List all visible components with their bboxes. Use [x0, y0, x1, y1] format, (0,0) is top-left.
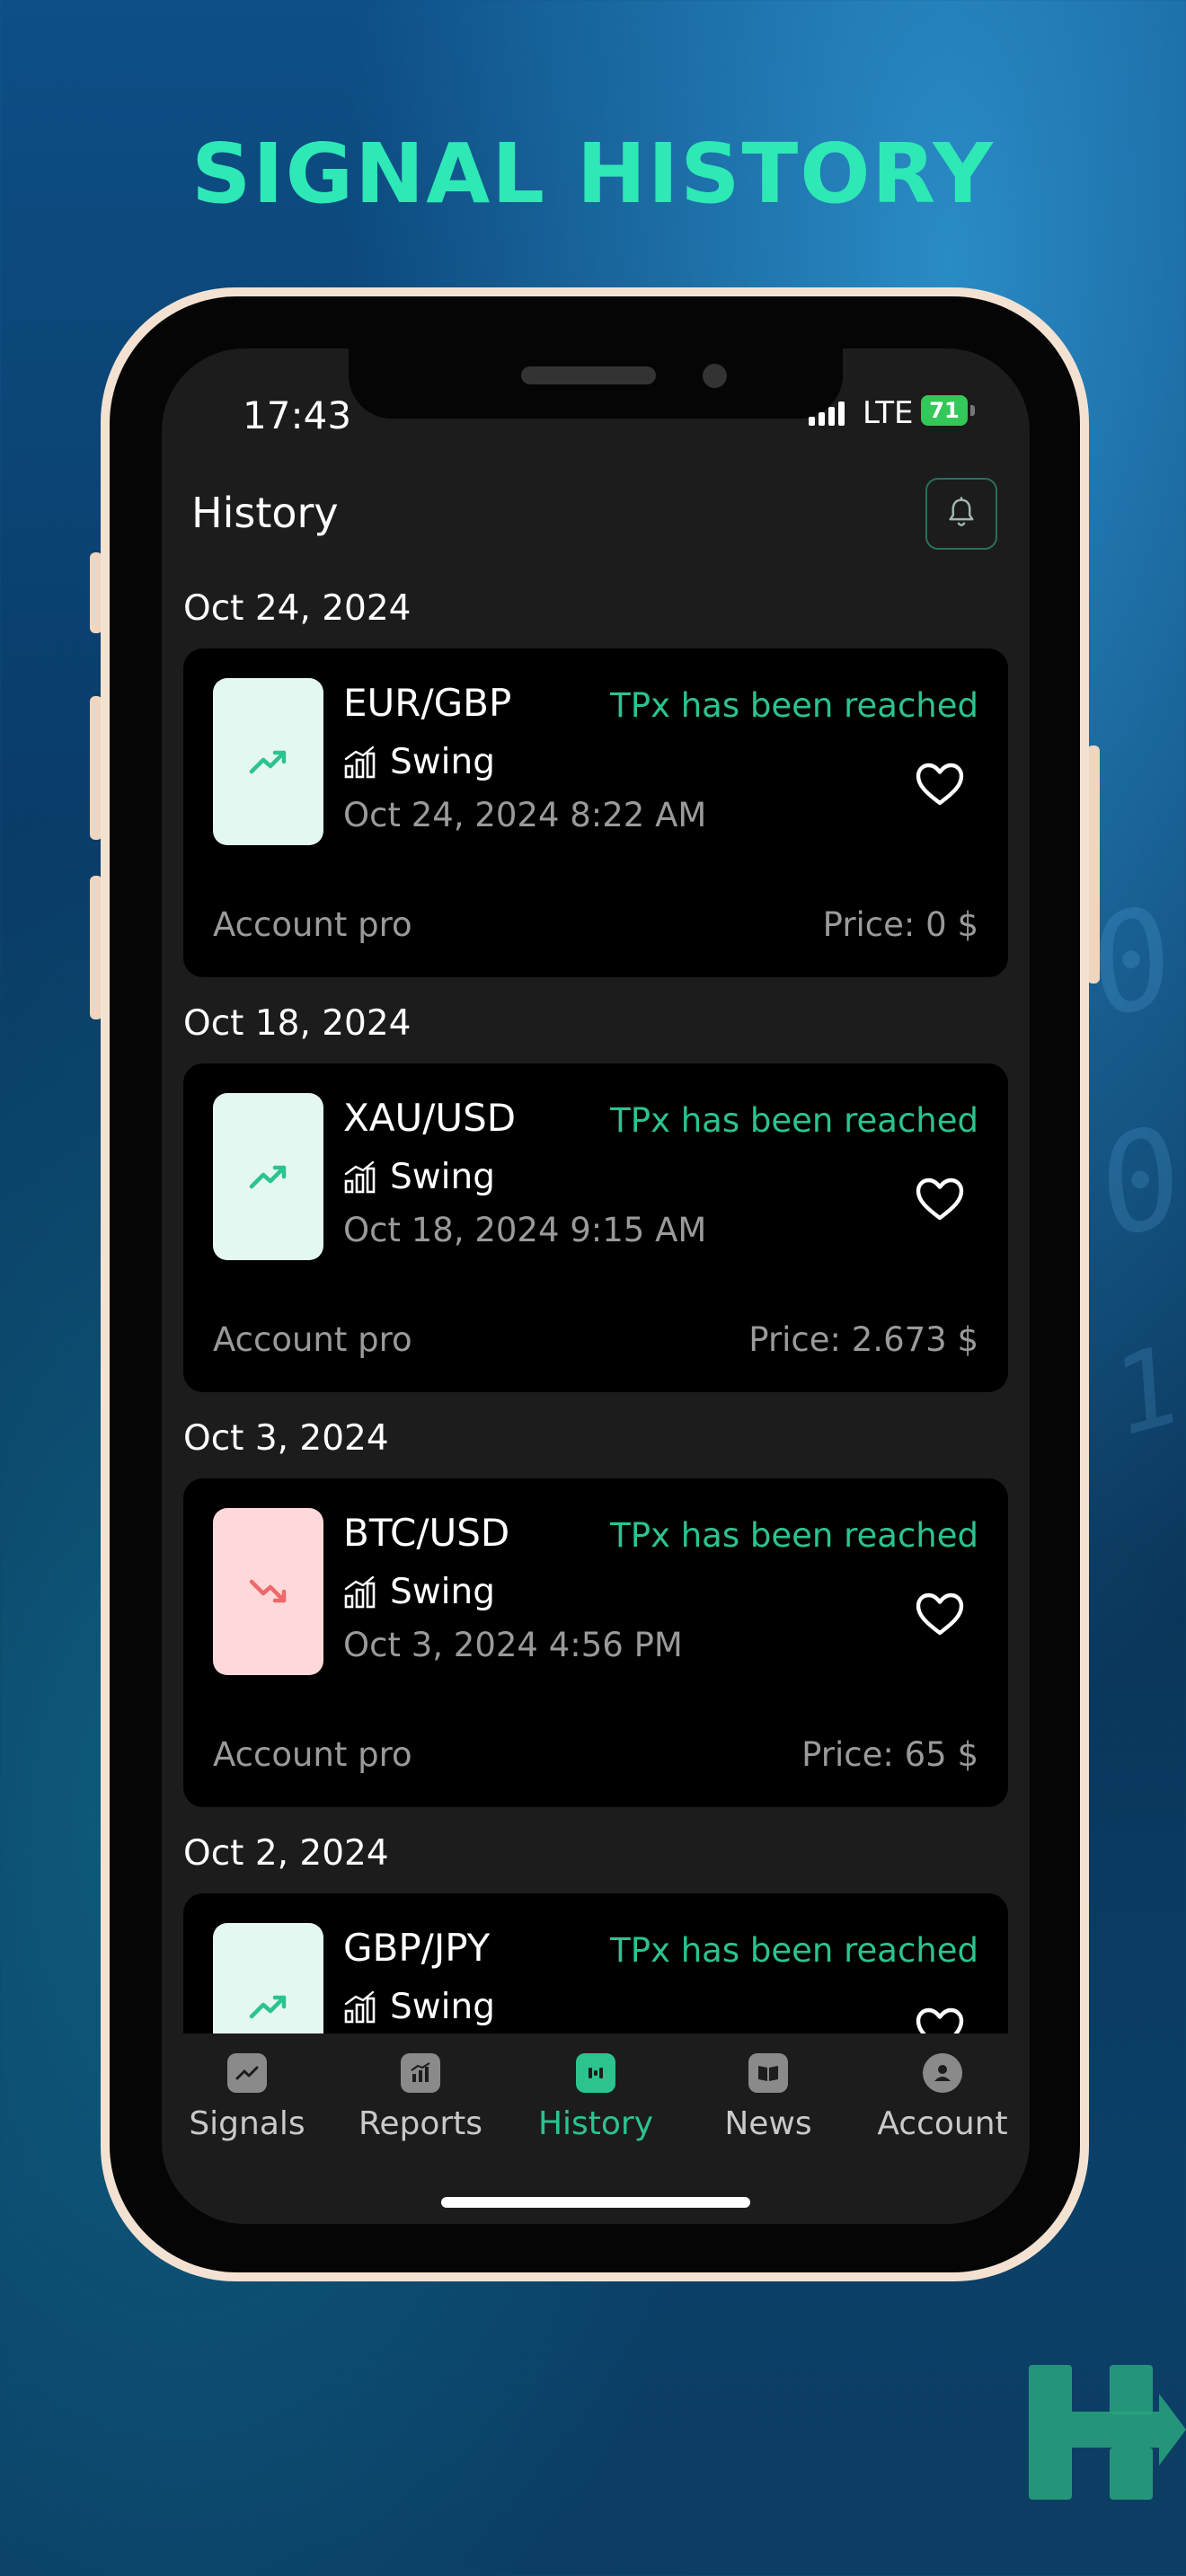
history-list[interactable]: Oct 24, 2024 EUR/GBP TPx has been reache… [162, 582, 1030, 2033]
signal-type: Swing [390, 1987, 495, 2027]
account-type: Account pro [213, 1735, 412, 1774]
group-date: Oct 3, 2024 [183, 1418, 389, 1459]
bar-chart-icon [344, 745, 376, 778]
favorite-heart-icon[interactable] [915, 1592, 965, 1636]
front-camera [703, 364, 727, 388]
home-indicator[interactable] [441, 2197, 750, 2208]
group-date: Oct 18, 2024 [183, 1003, 412, 1044]
signal-pair: GBP/JPY [343, 1926, 491, 1970]
network-type: LTE [863, 395, 914, 431]
tab-label: News [724, 2105, 812, 2142]
reports-icon [401, 2053, 440, 2093]
signal-datetime: Oct 18, 2024 9:15 AM [343, 1211, 707, 1249]
tab-label: Reports [358, 2105, 483, 2142]
signal-type-row: Swing [343, 742, 495, 782]
account-type: Account pro [213, 905, 412, 944]
favorite-heart-icon[interactable] [915, 762, 965, 807]
status-time: 17:43 [243, 393, 352, 437]
speaker-grille [521, 366, 656, 384]
signal-status: TPx has been reached [610, 1101, 978, 1140]
tab-reports[interactable]: Reports [335, 2053, 506, 2142]
news-icon [748, 2053, 788, 2093]
bottom-tab-bar: Signals Reports History News Account [162, 2033, 1030, 2224]
poster-title: SIGNAL HISTORY [191, 126, 995, 222]
tab-label: History [537, 2105, 654, 2142]
signal-price: Price: 2.673 $ [748, 1320, 978, 1359]
signal-type-row: Swing [343, 1157, 495, 1197]
brand-logo [1029, 2365, 1186, 2500]
tab-signals[interactable]: Signals [162, 2053, 332, 2142]
tab-label: Signals [189, 2105, 305, 2142]
trend-up-icon [249, 1165, 286, 1189]
signal-direction-thumb [213, 678, 323, 845]
history-group: Oct 3, 2024 BTC/USD TPx has been reached [183, 1412, 1008, 1807]
signal-status: TPx has been reached [610, 1516, 978, 1555]
signal-card[interactable]: BTC/USD TPx has been reached Swing Oct 3… [183, 1478, 1008, 1807]
tab-label: Account [877, 2105, 1008, 2142]
trend-down-icon [249, 1579, 286, 1603]
bar-chart-icon [344, 1575, 376, 1608]
battery-icon: 71 [921, 395, 968, 426]
account-icon [923, 2053, 962, 2093]
background-digit: 0 [1082, 1097, 1186, 1269]
signal-type: Swing [390, 1157, 495, 1197]
group-date: Oct 24, 2024 [183, 588, 412, 629]
notifications-button[interactable] [925, 478, 997, 550]
signal-pair: BTC/USD [343, 1511, 510, 1555]
battery-level: 71 [929, 398, 960, 423]
signal-datetime: Oct 24, 2024 8:22 AM [343, 796, 707, 834]
signal-card[interactable]: EUR/GBP TPx has been reached Swing Oct 2… [183, 648, 1008, 977]
bell-icon [949, 497, 974, 526]
bar-chart-icon [344, 1990, 376, 2023]
favorite-heart-icon[interactable] [915, 2007, 965, 2033]
signal-type-row: Swing [343, 1572, 495, 1612]
account-type: Account pro [213, 1320, 412, 1359]
signal-direction-thumb [213, 1093, 323, 1260]
tab-account[interactable]: Account [857, 2053, 1028, 2142]
bar-chart-icon [344, 1160, 376, 1193]
signal-card[interactable]: XAU/USD TPx has been reached Swing Oct 1… [183, 1063, 1008, 1392]
cellular-signal-icon [809, 399, 845, 426]
signal-card[interactable]: GBP/JPY TPx has been reached Swing [183, 1893, 1008, 2033]
background-digit: 1 [1099, 1323, 1186, 1460]
signals-icon [227, 2053, 267, 2093]
signal-price: Price: 0 $ [822, 905, 978, 944]
signal-direction-thumb [213, 1923, 323, 2033]
notch [349, 348, 843, 419]
tab-news[interactable]: News [683, 2053, 854, 2142]
tab-history[interactable]: History [510, 2053, 681, 2142]
trend-up-icon [249, 1995, 286, 2019]
signal-status: TPx has been reached [610, 1931, 978, 1970]
history-group: Oct 18, 2024 XAU/USD TPx has been reache… [183, 997, 1008, 1392]
trend-up-icon [249, 750, 286, 774]
history-group: Oct 2, 2024 GBP/JPY TPx has been reached [183, 1827, 1008, 2033]
signal-type: Swing [390, 742, 495, 782]
signal-datetime: Oct 3, 2024 4:56 PM [343, 1626, 683, 1664]
signal-pair: XAU/USD [343, 1096, 517, 1140]
signal-status: TPx has been reached [610, 686, 978, 725]
history-group: Oct 24, 2024 EUR/GBP TPx has been reache… [183, 582, 1008, 977]
page-title: History [191, 489, 339, 537]
signal-direction-thumb [213, 1508, 323, 1675]
history-icon [576, 2053, 615, 2093]
phone-screen: 17:43 LTE 71 History Oct 24, 2024 EUR/GB… [162, 348, 1030, 2224]
signal-price: Price: 65 $ [801, 1735, 978, 1774]
favorite-heart-icon[interactable] [915, 1177, 965, 1222]
battery-tip [970, 405, 975, 416]
signal-pair: EUR/GBP [343, 681, 512, 725]
group-date: Oct 2, 2024 [183, 1833, 389, 1874]
signal-type: Swing [390, 1572, 495, 1612]
signal-type-row: Swing [343, 1987, 495, 2027]
phone-power-button [1087, 745, 1100, 984]
